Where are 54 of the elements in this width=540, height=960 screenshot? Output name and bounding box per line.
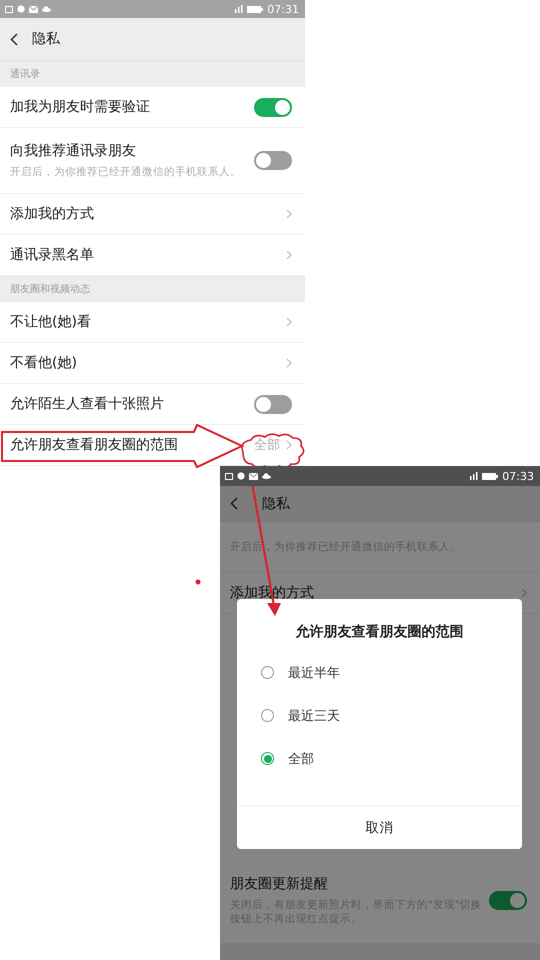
- row-label: 不看他(她): [10, 354, 78, 372]
- signal-icon: [232, 5, 244, 13]
- page-title: 隐私: [32, 30, 60, 48]
- settings-row[interactable]: 不看他(她): [0, 343, 305, 384]
- chevron-right-icon: [286, 358, 292, 368]
- radio-option[interactable]: 全部: [237, 737, 522, 780]
- row-value: 全部: [254, 437, 280, 454]
- toggle-switch[interactable]: [254, 151, 292, 170]
- globe-icon: [17, 5, 25, 13]
- radio-option[interactable]: 最近半年: [237, 651, 522, 694]
- mail-icon: [249, 472, 258, 480]
- status-time: 07:31: [267, 2, 299, 16]
- settings-row[interactable]: 向我推荐通讯录朋友 开启后，为你推荐已经开通微信的手机联系人。: [0, 128, 305, 194]
- status-time: 07:33: [502, 470, 534, 482]
- settings-row[interactable]: 加我为朋友时需要验证: [0, 87, 305, 128]
- toggle-switch[interactable]: [254, 394, 292, 414]
- row-label: 添加我的方式: [10, 205, 95, 223]
- settings-row[interactable]: 通讯录黑名单: [0, 235, 305, 276]
- row-label: 加我为朋友时需要验证: [10, 98, 151, 116]
- row-label: 朋友圈更新提醒: [230, 874, 329, 893]
- chevron-right-icon: [521, 588, 527, 598]
- battery-icon: [247, 6, 264, 12]
- cloud-icon: [42, 6, 51, 12]
- row-label: 通讯录黑名单: [10, 246, 95, 264]
- section-header: 朋友圈和视频动态: [10, 282, 90, 296]
- settings-row[interactable]: 添加我的方式: [0, 194, 305, 235]
- signal-icon: [467, 472, 478, 480]
- toggle-switch[interactable]: [489, 891, 527, 910]
- globe-icon: [237, 472, 245, 480]
- image-icon: [5, 6, 13, 12]
- dialog-title: 允许朋友查看朋友圈的范围: [296, 623, 464, 641]
- chevron-right-icon: [286, 209, 292, 219]
- annotation-dot: [196, 580, 200, 584]
- chevron-right-icon: [286, 440, 292, 450]
- page-title: 隐私: [262, 494, 290, 512]
- row-label: 向我推荐通讯录朋友: [10, 142, 137, 160]
- row-description: 开启后，为你推荐已经开通微信的手机联系人。: [10, 164, 242, 180]
- row-label: 不让他(她)看: [10, 313, 92, 331]
- battery-icon: [482, 472, 498, 480]
- section-header: 通讯录: [10, 68, 40, 81]
- mail-icon: [29, 6, 38, 12]
- radio-option[interactable]: 最近三天: [237, 694, 522, 737]
- settings-row[interactable]: 允许陌生人查看十张照片: [0, 384, 305, 425]
- chevron-right-icon: [286, 317, 292, 327]
- settings-row[interactable]: 允许朋友查看朋友圈的范围 全部: [0, 425, 305, 466]
- cancel-button[interactable]: 取消: [237, 805, 522, 849]
- settings-row[interactable]: 不让他(她)看: [0, 302, 305, 343]
- image-icon: [225, 472, 233, 480]
- chevron-right-icon: [286, 250, 292, 260]
- toggle-switch[interactable]: [254, 98, 292, 116]
- cloud-icon: [262, 473, 271, 479]
- row-label: 允许陌生人查看十张照片: [10, 395, 165, 413]
- row-label: 允许朋友查看朋友圈的范围: [10, 436, 179, 454]
- back-icon[interactable]: [10, 32, 18, 46]
